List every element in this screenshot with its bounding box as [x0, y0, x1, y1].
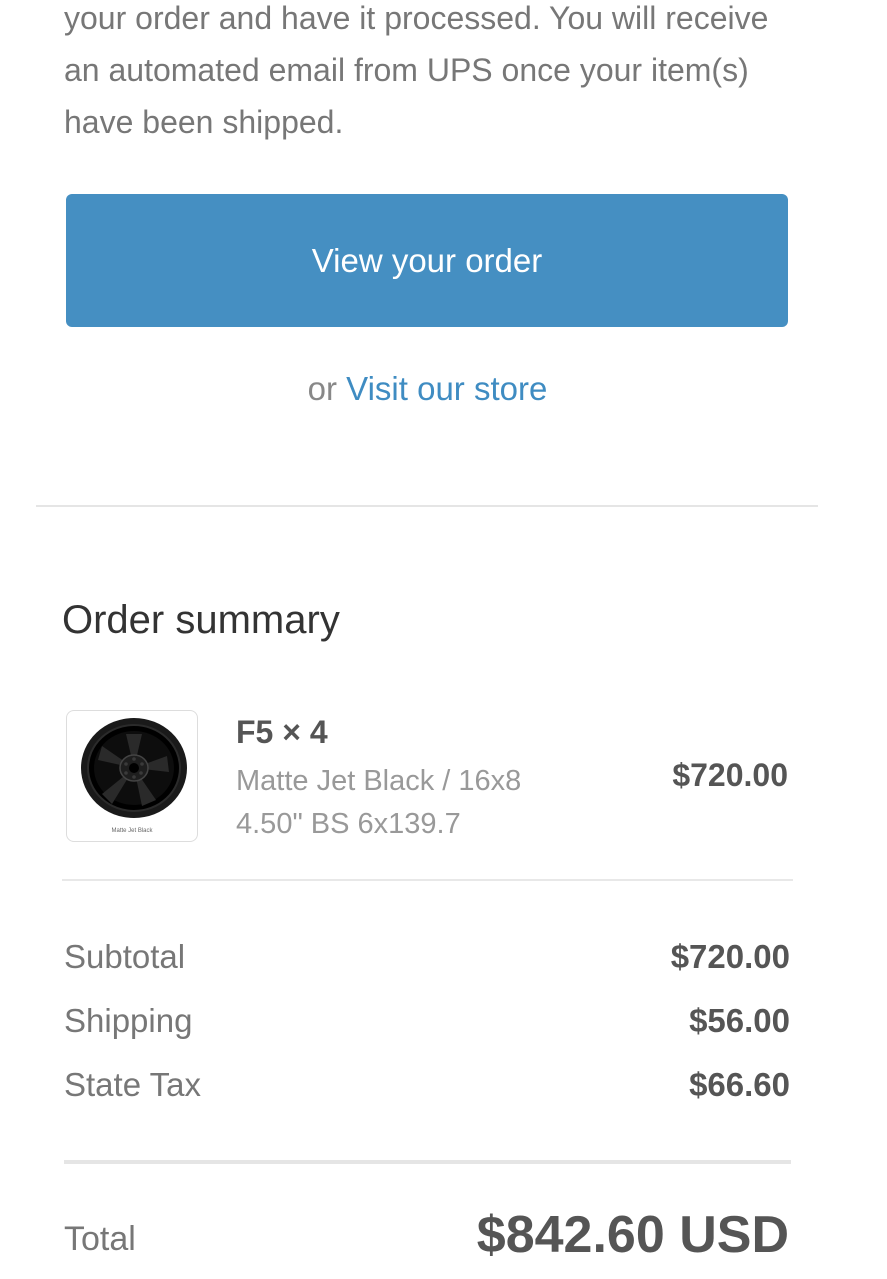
visit-store-line: or Visit our store [0, 370, 855, 408]
total-divider [64, 1160, 791, 1164]
thumbnail-caption: Matte Jet Black [111, 828, 153, 834]
total-label: Total [64, 1220, 136, 1258]
black-wheel-image [81, 718, 187, 818]
subtotal-label: Subtotal [64, 938, 186, 975]
state-tax-value: $66.60 [689, 1066, 790, 1103]
shipping-info-text: your order and have it processed. You wi… [64, 0, 769, 140]
total-value: $842.60 USD [476, 1206, 789, 1264]
subtotal-value: $720.00 [670, 938, 790, 975]
product-thumbnail: Matte Jet Black [66, 710, 198, 842]
order-summary-title: Order summary [62, 598, 340, 642]
shipping-label: Shipping [64, 1002, 193, 1039]
visit-store-link[interactable]: Visit our store [346, 370, 547, 407]
state-tax-label: State Tax [64, 1066, 201, 1103]
view-order-button[interactable]: View your order [66, 194, 788, 327]
items-divider [62, 879, 793, 881]
shipping-value: $56.00 [689, 1002, 790, 1039]
product-name: F5 × 4 [236, 714, 328, 750]
section-divider [36, 505, 818, 507]
product-variant: Matte Jet Black / 16x8 4.50" BS 6x139.7 [236, 765, 522, 840]
or-text: or [307, 370, 337, 407]
product-price: $720.00 [672, 757, 788, 793]
